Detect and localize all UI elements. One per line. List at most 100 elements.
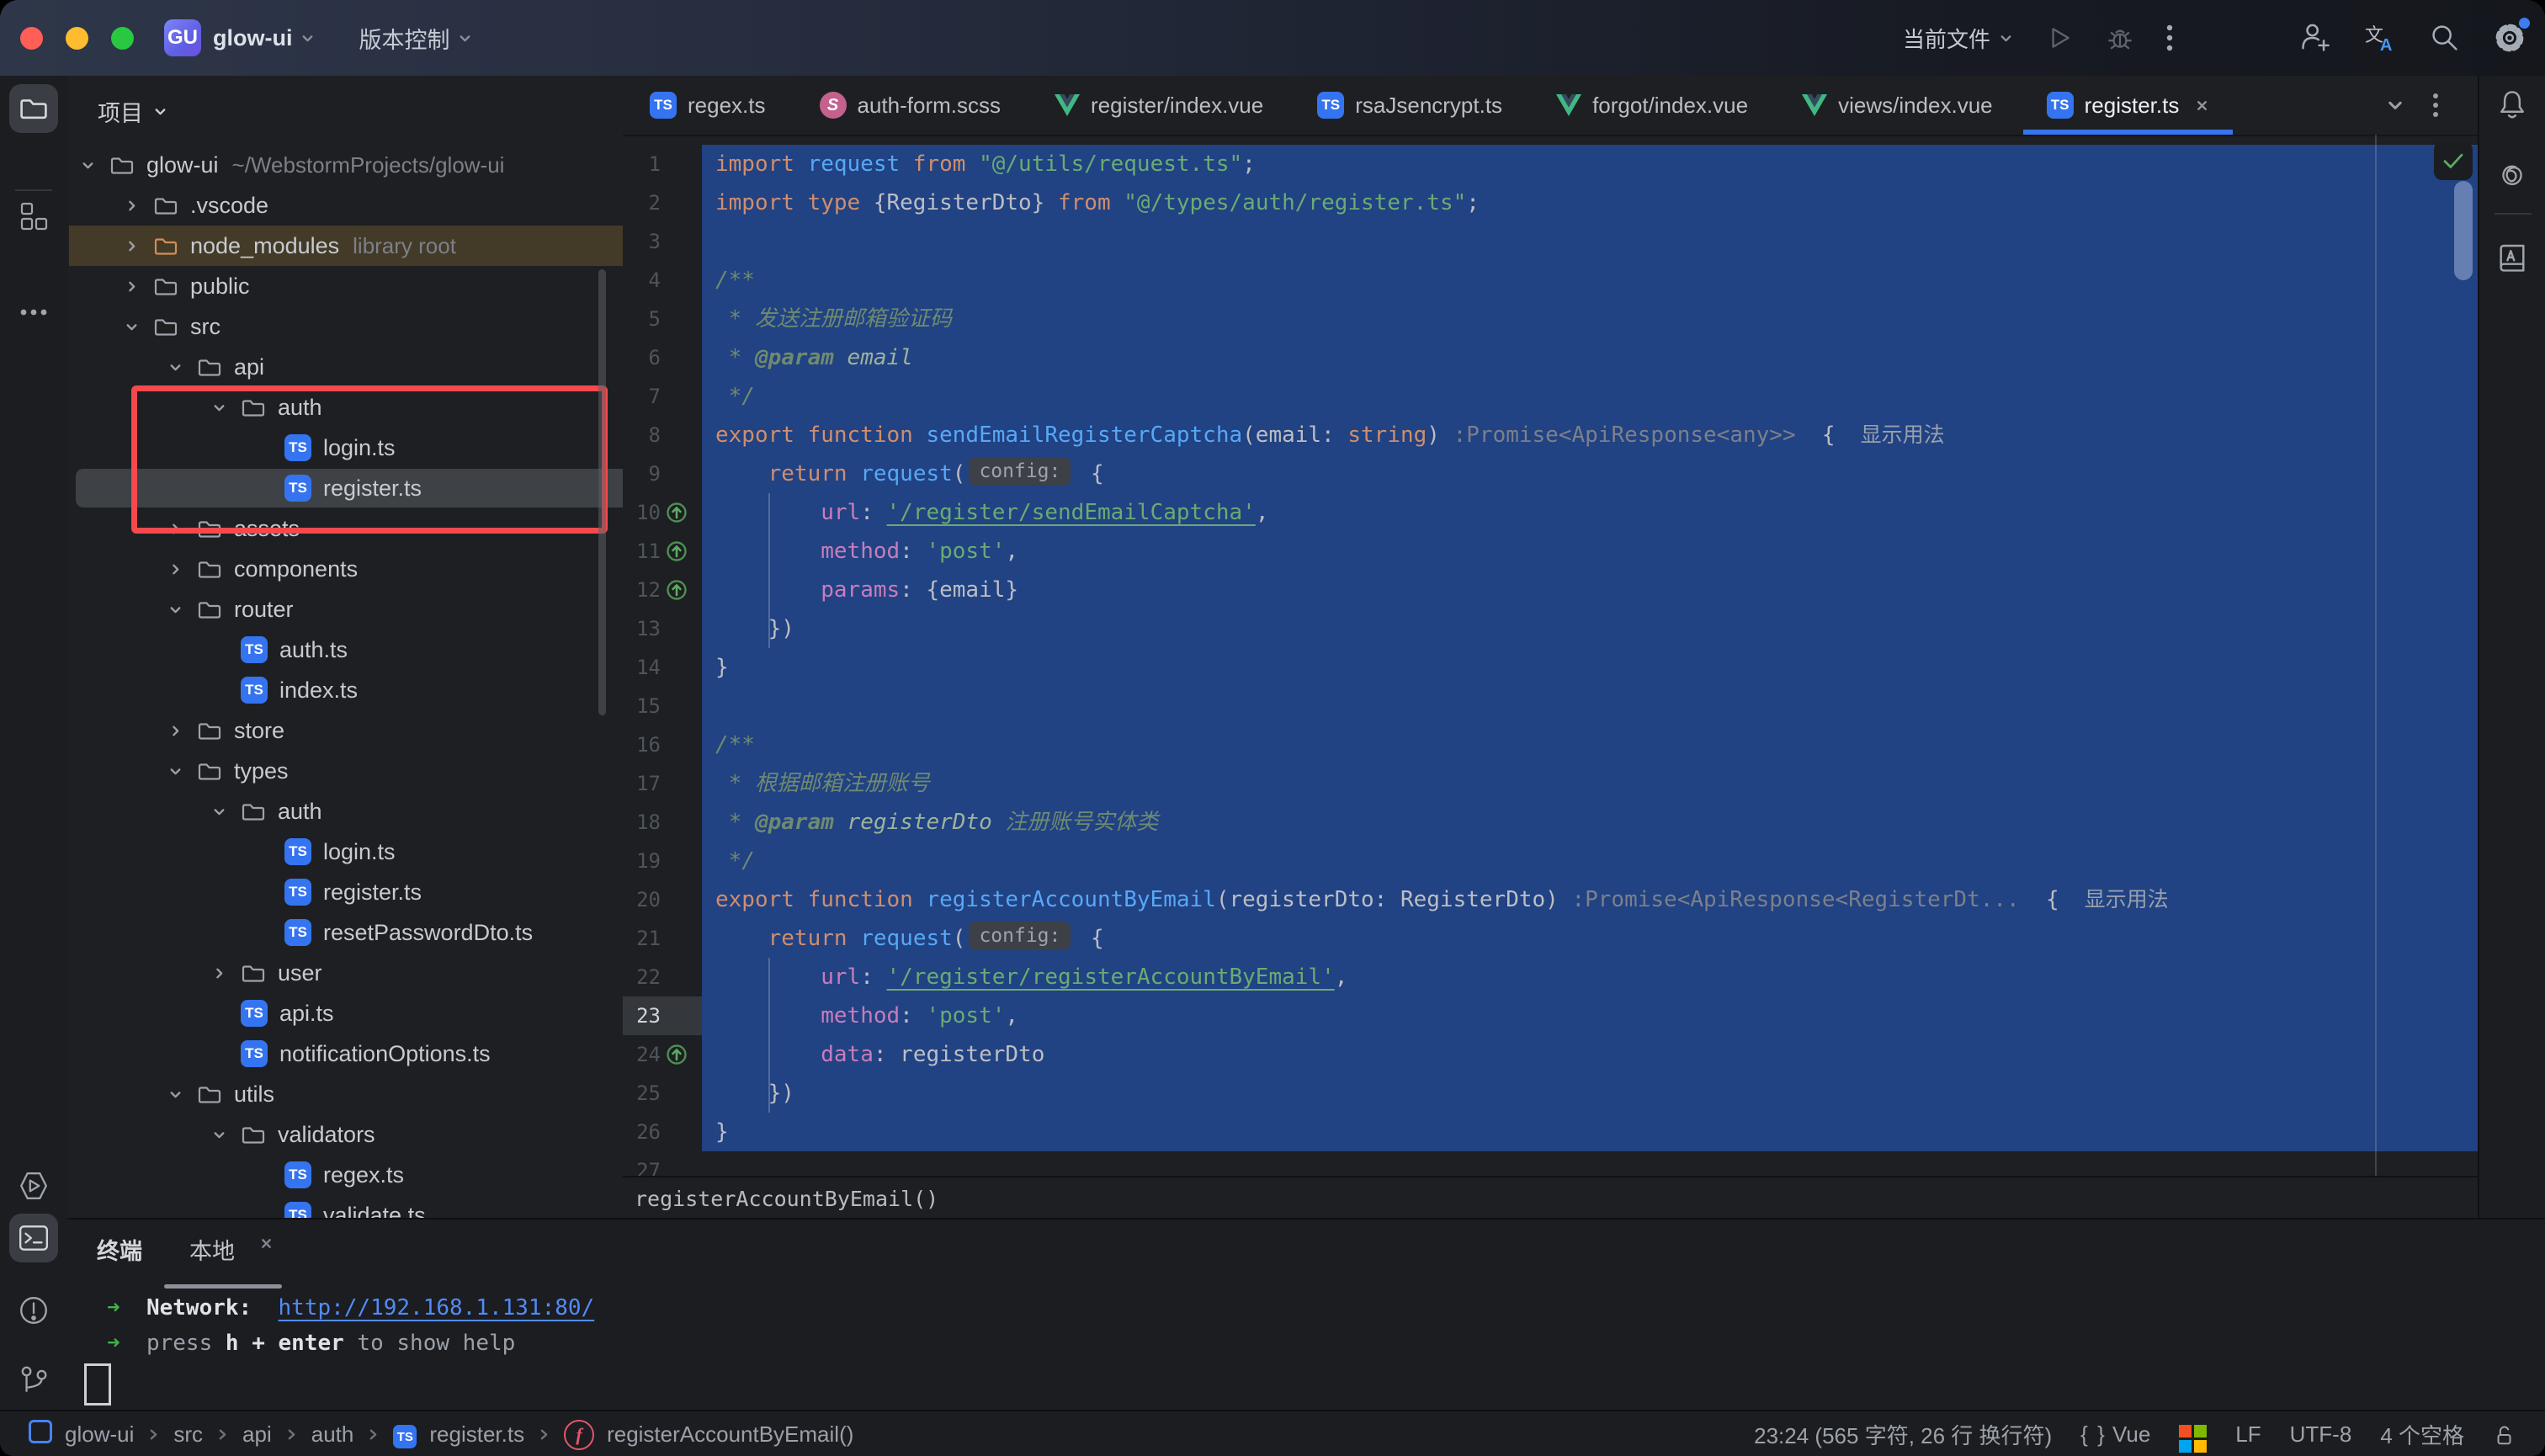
typescript-file-icon: TS [284,919,311,946]
statusbar: glow-uisrcapiauthTSregister.tsfregisterA… [0,1410,2545,1456]
terminal-tool-button[interactable] [9,1214,58,1262]
tree-item-auth[interactable]: auth [67,387,624,428]
breadcrumb-item[interactable]: api [242,1421,272,1448]
editor-tab-rsaJsencrypt.ts[interactable]: TSrsaJsencrypt.ts [1290,76,1529,135]
status-widget[interactable]: UTF-8 [2290,1421,2352,1448]
win-status-widget[interactable] [2179,1417,2207,1453]
dictionary-book-icon[interactable] [2488,234,2537,283]
lock-status-widget[interactable] [2493,1423,2516,1447]
code-line-21: return request(config: { [715,919,1104,958]
editor-tab-register.ts[interactable]: TSregister.ts [2020,76,2237,135]
breadcrumb-item[interactable]: glow-ui [65,1421,134,1448]
vcs-menu[interactable]: 版本控制 [359,22,449,55]
problems-tool-button[interactable] [9,1286,58,1335]
tree-item-store[interactable]: store [67,710,624,751]
tree-item-resetPasswordDto.ts[interactable]: TS resetPasswordDto.ts [67,912,624,953]
status-widget[interactable]: 4 个空格 [2380,1419,2464,1450]
tree-item-.vscode[interactable]: .vscode [67,185,624,226]
tree-item-register.ts[interactable]: TSregister.ts [67,872,624,912]
terminal-link[interactable]: http://192.168.1.131:80/ [279,1295,595,1320]
line-number: 20 [623,880,661,919]
endpoint-icon [665,1043,688,1066]
tab-options-icon[interactable] [2432,76,2439,135]
tree-item-user[interactable]: user [67,953,624,993]
tree-item-login.ts[interactable]: TSlogin.ts [67,832,624,872]
run-icon[interactable] [2045,24,2074,52]
tree-item-register.ts[interactable]: TSregister.ts [67,468,624,508]
more-tool-windows-icon[interactable] [9,288,58,337]
debug-icon[interactable] [2106,24,2134,52]
chevron-down-icon [212,1128,226,1142]
close-window-button[interactable] [20,27,43,50]
tree-item-node_modules[interactable]: node_moduleslibrary root [67,226,624,266]
line-number: 4 [623,261,661,300]
editor-tab-views/index.vue[interactable]: views/index.vue [1775,76,2020,135]
tree-item-auth[interactable]: auth [67,791,624,832]
services-tool-button[interactable] [9,1161,58,1210]
line-number: 12 [623,571,661,609]
more-actions-icon[interactable] [2166,24,2173,52]
structure-tool-button[interactable] [9,192,58,241]
breadcrumb-item[interactable]: auth [311,1421,354,1448]
editor-tab-auth-form.scss[interactable]: Sauth-form.scss [793,76,1028,135]
project-scrollbar[interactable] [598,269,606,715]
tree-item-glow-ui[interactable]: glow-ui~/WebstormProjects/glow-ui [67,145,624,185]
tree-item-label: validate.ts [323,1203,426,1219]
breadcrumb-item[interactable]: registerAccountByEmail() [607,1421,853,1448]
hidden-tabs-chevron-icon[interactable] [2386,76,2404,135]
project-tool-button[interactable] [9,84,58,133]
tree-item-validators[interactable]: validators [67,1114,624,1155]
tree-item-assets[interactable]: assets [67,508,624,549]
folder-icon [241,800,266,823]
inspections-ok-widget[interactable] [2434,141,2473,180]
status-widget[interactable]: LF [2235,1421,2261,1448]
tree-item-src[interactable]: src [67,306,624,347]
notifications-bell-icon[interactable] [2488,81,2537,130]
editor-tab-register/index.vue[interactable]: register/index.vue [1028,76,1290,135]
tree-item-router[interactable]: router [67,589,624,630]
minimize-window-button[interactable] [66,27,88,50]
tree-item-utils[interactable]: utils [67,1074,624,1114]
code-with-me-icon[interactable] [2299,22,2331,54]
editor-tab-regex.ts[interactable]: TSregex.ts [623,76,793,135]
tree-item-regex.ts[interactable]: TSregex.ts [67,1155,624,1195]
tree-item-api[interactable]: api [67,347,624,387]
tree-item-index.ts[interactable]: TSindex.ts [67,670,624,710]
breadcrumbs: glow-uisrcapiauthTSregister.tsfregisterA… [29,1411,853,1456]
tree-item-label: resetPasswordDto.ts [323,920,533,946]
project-selector[interactable]: glow-ui [213,25,292,51]
code-editor[interactable]: 1import request from "@/utils/request.ts… [623,135,2478,1176]
editor-tab-forgot/index.vue[interactable]: forgot/index.vue [1529,76,1775,135]
tree-item-types[interactable]: types [67,751,624,791]
chevron-down-icon [1999,31,2013,45]
tree-item-validate.ts[interactable]: TSvalidate.ts [67,1195,624,1218]
tree-item-auth.ts[interactable]: TSauth.ts [67,630,624,670]
translate-icon[interactable]: 文A [2363,22,2397,54]
editor-scrollbar[interactable] [2454,181,2473,280]
status-widget[interactable]: 23:24 (565 字符, 26 行 换行符) [1754,1419,2052,1450]
tree-item-notificationOptions.ts[interactable]: TSnotificationOptions.ts [67,1034,624,1074]
breadcrumb-item[interactable]: src [173,1421,203,1448]
typescript-file-icon: TS [241,636,268,663]
close-icon[interactable] [2195,98,2209,113]
tree-item-api.ts[interactable]: TSapi.ts [67,993,624,1034]
search-everywhere-icon[interactable] [2429,22,2461,54]
tree-item-login.ts[interactable]: TSlogin.ts [67,428,624,468]
run-configuration-selector[interactable]: 当前文件 [1903,23,1990,54]
terminal-panel-title[interactable]: 终端 [97,1233,142,1266]
typescript-file-icon: TS [1317,92,1344,119]
context-sticky-bar[interactable]: registerAccountByEmail() [623,1176,2478,1220]
maximize-window-button[interactable] [111,27,134,50]
breadcrumb-item[interactable]: register.ts [429,1421,524,1448]
tree-item-components[interactable]: components [67,549,624,589]
terminal-panel: 终端 本地 ➜ Network: http://192.168.1.131:80… [67,1218,2545,1411]
git-tool-button[interactable] [9,1355,58,1404]
settings-gear-icon[interactable] [2493,21,2526,55]
terminal-tab-local[interactable]: 本地 [189,1233,235,1266]
ai-assistant-icon[interactable] [2488,150,2537,199]
tree-item-public[interactable]: public [67,266,624,306]
vue-status-widget[interactable]: { } Vue [2080,1421,2150,1448]
line-number: 22 [623,958,661,996]
tree-item-label: api [234,354,264,380]
close-icon[interactable] [259,1236,274,1251]
